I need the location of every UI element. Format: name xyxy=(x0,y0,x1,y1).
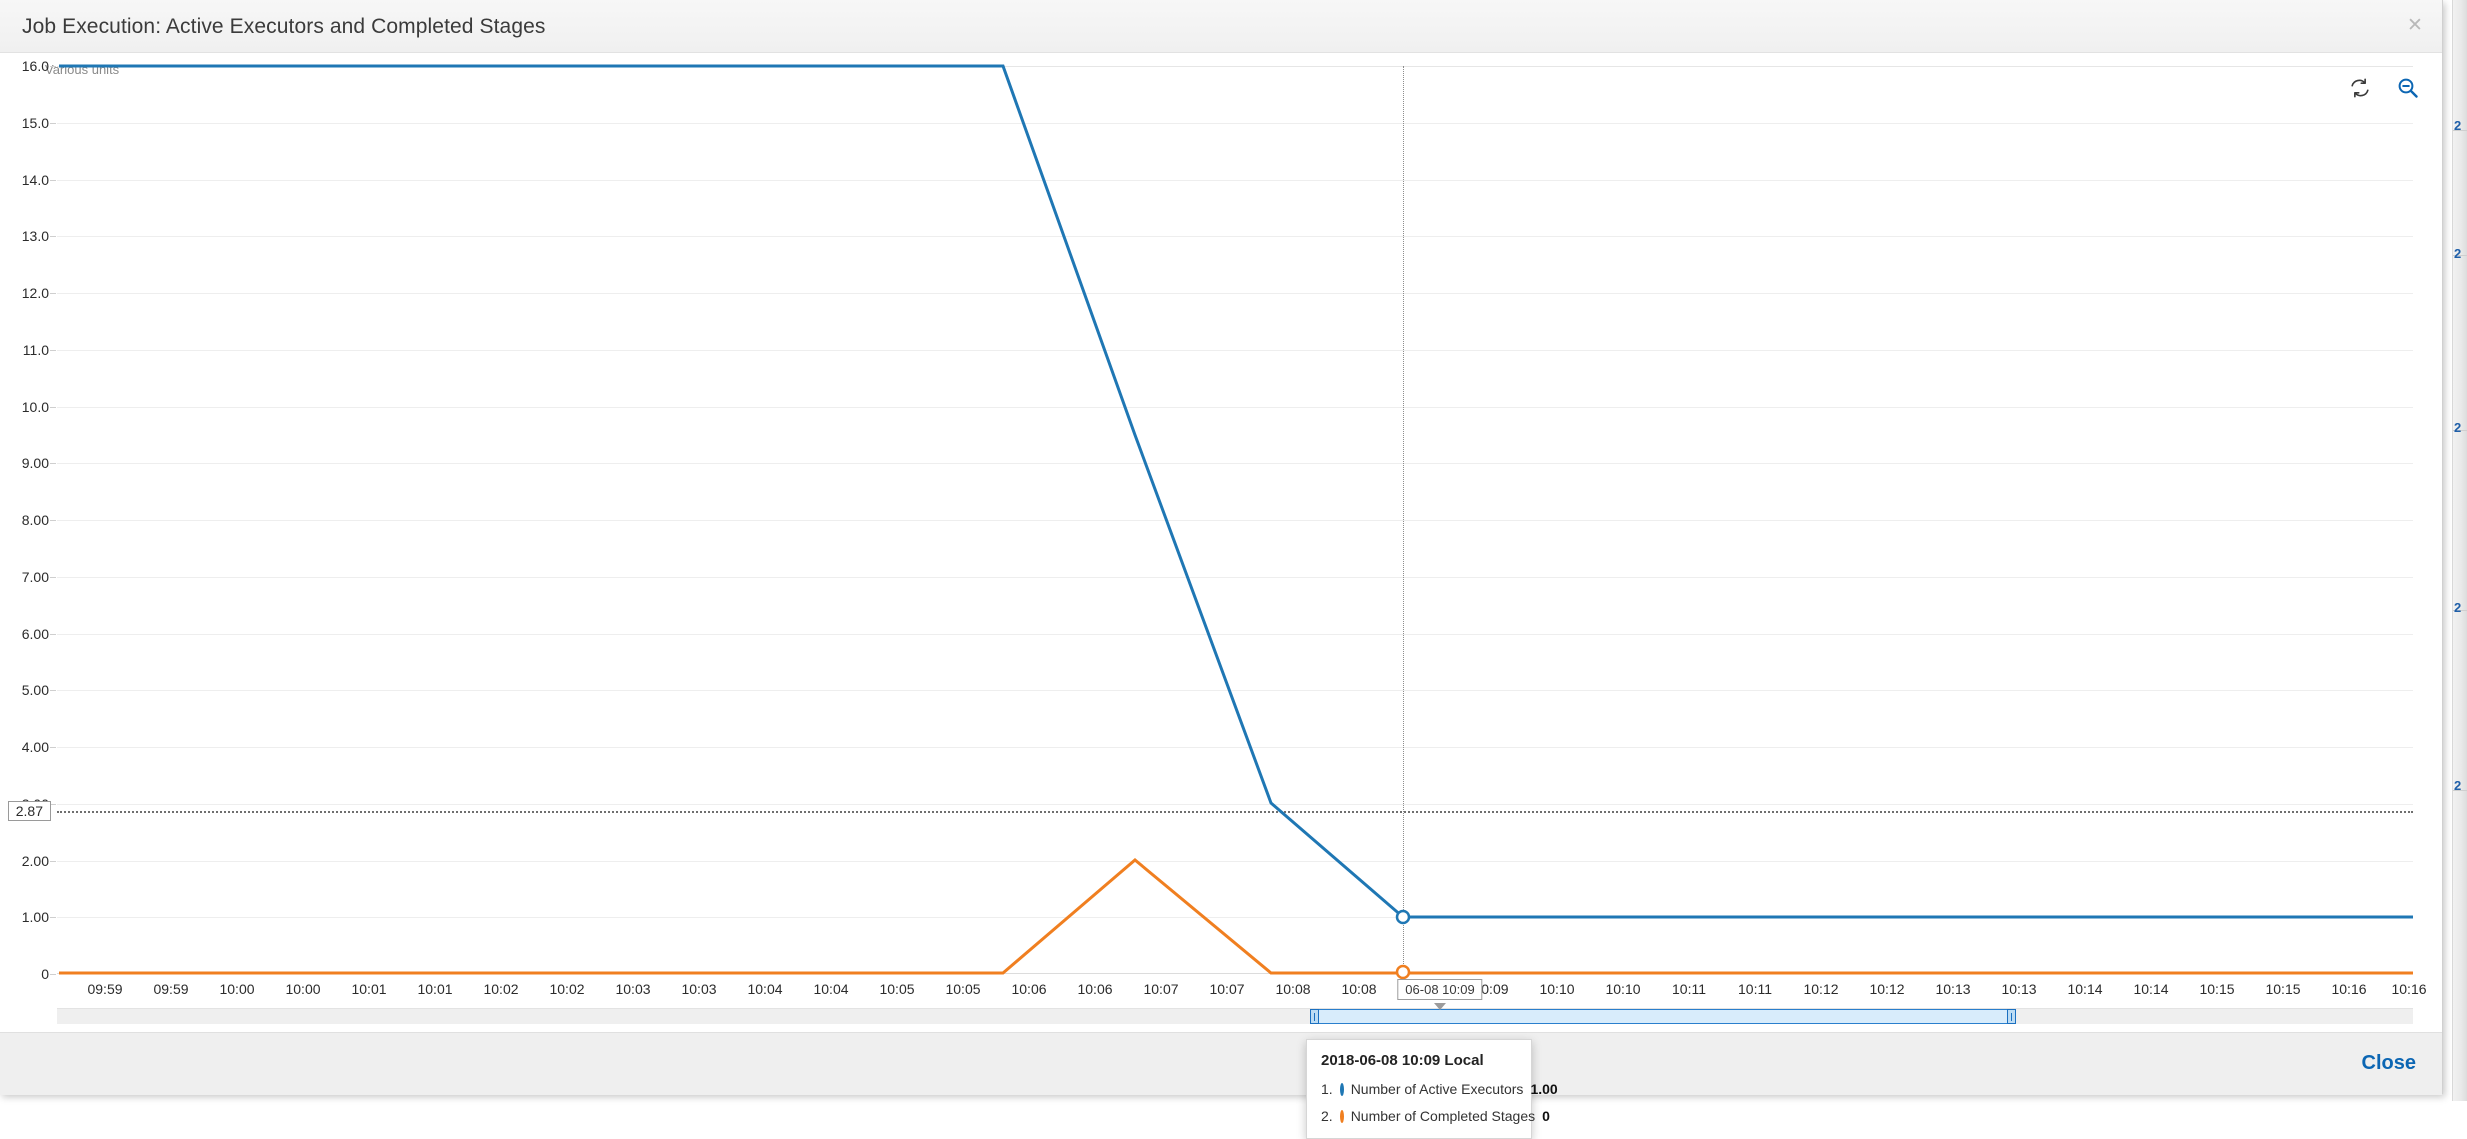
x-tick-label: 10:15 xyxy=(2199,981,2235,997)
x-tick-label: 10:10 xyxy=(1539,981,1575,997)
x-tick-label: 10:04 xyxy=(813,981,849,997)
x-axis: 09:59 09:59 10:00 10:00 10:01 10:01 10:0… xyxy=(57,981,2426,1007)
threshold-value-badge[interactable]: 2.87 xyxy=(7,801,51,822)
tooltip-row-index: 1. xyxy=(1321,1081,1333,1097)
plot-area: Various units 16.0 15.0 14.0 13.0 12.0 1… xyxy=(7,58,2413,982)
crosshair-time-badge: 06-08 10:09 xyxy=(1397,979,1483,1000)
series-marker-icon xyxy=(1339,1109,1344,1123)
y-tick-label: 13.0 xyxy=(21,228,49,245)
background-link: 2 xyxy=(2454,246,2462,261)
x-tick-label: 10:07 xyxy=(1143,981,1179,997)
x-tick-label: 10:06 xyxy=(1011,981,1047,997)
x-tick-label: 10:02 xyxy=(483,981,519,997)
x-tick-label: 10:11 xyxy=(1672,981,1706,997)
y-tick-label: 1.00 xyxy=(21,909,49,926)
background-link: 2 xyxy=(2454,600,2462,615)
close-x-icon[interactable]: ✕ xyxy=(2404,14,2426,36)
tooltip-row-value: 1.00 xyxy=(1530,1081,1558,1097)
hover-tooltip: 2018-06-08 10:09 Local 1. Number of Acti… xyxy=(1306,1039,1558,1139)
background-page-right-strip xyxy=(2452,0,2467,1101)
metric-detail-modal: Job Execution: Active Executors and Comp… xyxy=(0,0,2443,1139)
x-tick-label: 09:59 xyxy=(153,981,189,997)
background-link: 2 xyxy=(2454,420,2462,435)
y-tick-label: 12.0 xyxy=(21,285,49,301)
y-tick-label: 8.00 xyxy=(21,512,49,528)
range-selector-window[interactable] xyxy=(1310,1009,2016,1024)
tooltip-title: 2018-06-08 10:09 Local xyxy=(1321,1052,1484,1069)
range-selector-track[interactable] xyxy=(57,1008,2413,1024)
x-tick-label: 10:05 xyxy=(945,981,981,997)
series-lines xyxy=(59,64,2413,980)
y-tick-label: 14.0 xyxy=(21,171,49,188)
y-tick-label: 11.0 xyxy=(22,341,49,358)
x-tick-label: 10:05 xyxy=(879,981,915,997)
range-selector-handle-right[interactable] xyxy=(2007,1009,2016,1024)
y-tick-label: 5.00 xyxy=(21,682,49,699)
x-tick-label: 10:00 xyxy=(219,981,255,997)
y-tick-label: 15.0 xyxy=(21,114,49,131)
y-tick-label: 2.00 xyxy=(21,852,49,869)
x-tick-label: 10:16 xyxy=(2331,981,2367,997)
y-tick-label: 9.00 xyxy=(21,455,49,472)
hover-marker-completed-stages xyxy=(1395,964,1411,980)
x-tick-label: 10:00 xyxy=(285,981,321,997)
tooltip-row-label: Number of Active Executors xyxy=(1350,1081,1524,1097)
x-tick-label: 10:04 xyxy=(747,981,783,997)
x-tick-label: 10:01 xyxy=(417,981,453,997)
hover-marker-active-executors xyxy=(1395,909,1411,925)
background-link: 2 xyxy=(2454,118,2462,133)
y-tick-label: 7.00 xyxy=(21,568,49,585)
x-tick-label: 10:11 xyxy=(1738,981,1772,997)
x-tick-label: 10:08 xyxy=(1275,981,1311,997)
x-tick-label: 10:16 xyxy=(2391,981,2427,997)
range-selector-handle-left[interactable] xyxy=(1310,1009,1319,1024)
y-tick-label: 16.0 xyxy=(21,58,49,74)
series-marker-icon xyxy=(1339,1082,1344,1096)
x-tick-label: 10:01 xyxy=(351,981,387,997)
y-tick-label: 6.00 xyxy=(21,625,49,642)
x-tick-label: 10:03 xyxy=(615,981,651,997)
tooltip-row-label: Number of Completed Stages xyxy=(1350,1108,1536,1124)
tooltip-row: 2. Number of Completed Stages 0 xyxy=(1321,1108,1550,1124)
x-tick-label: 10:13 xyxy=(1935,981,1971,997)
x-tick-label: 10:13 xyxy=(2001,981,2037,997)
modal-header: Job Execution: Active Executors and Comp… xyxy=(0,0,2442,53)
y-tick-label: 10.0 xyxy=(21,398,49,415)
tooltip-row-index: 2. xyxy=(1321,1108,1333,1124)
x-tick-label: 10:14 xyxy=(2067,981,2103,997)
tooltip-row-value: 0 xyxy=(1542,1108,1550,1124)
x-tick-label: 09:59 xyxy=(87,981,123,997)
series-line-active-executors xyxy=(59,64,2413,919)
y-tick-label: 4.00 xyxy=(21,739,49,755)
x-tick-label: 10:07 xyxy=(1209,981,1245,997)
x-tick-label: 10:12 xyxy=(1869,981,1905,997)
y-tick-label: 0 xyxy=(41,966,49,982)
crosshair-caret-icon xyxy=(1434,1003,1446,1010)
modal-footer: Close xyxy=(0,1032,2442,1095)
x-tick-label: 10:10 xyxy=(1605,981,1641,997)
background-link: 2 xyxy=(2454,778,2462,793)
x-tick-label: 10:12 xyxy=(1803,981,1839,997)
x-tick-label: 10:06 xyxy=(1077,981,1113,997)
chart-container: Various units 16.0 15.0 14.0 13.0 12.0 1… xyxy=(0,53,2443,1139)
close-button[interactable]: Close xyxy=(2362,1052,2416,1075)
page-title: Job Execution: Active Executors and Comp… xyxy=(22,15,546,38)
tooltip-row: 1. Number of Active Executors 1.00 xyxy=(1321,1081,1558,1097)
x-tick-label: 10:03 xyxy=(681,981,717,997)
x-tick-label: 10:14 xyxy=(2133,981,2169,997)
x-tick-label: 10:02 xyxy=(549,981,585,997)
x-tick-label: 10:08 xyxy=(1341,981,1377,997)
x-tick-label: 10:15 xyxy=(2265,981,2301,997)
modal-body: Various units 16.0 15.0 14.0 13.0 12.0 1… xyxy=(0,53,2443,1139)
